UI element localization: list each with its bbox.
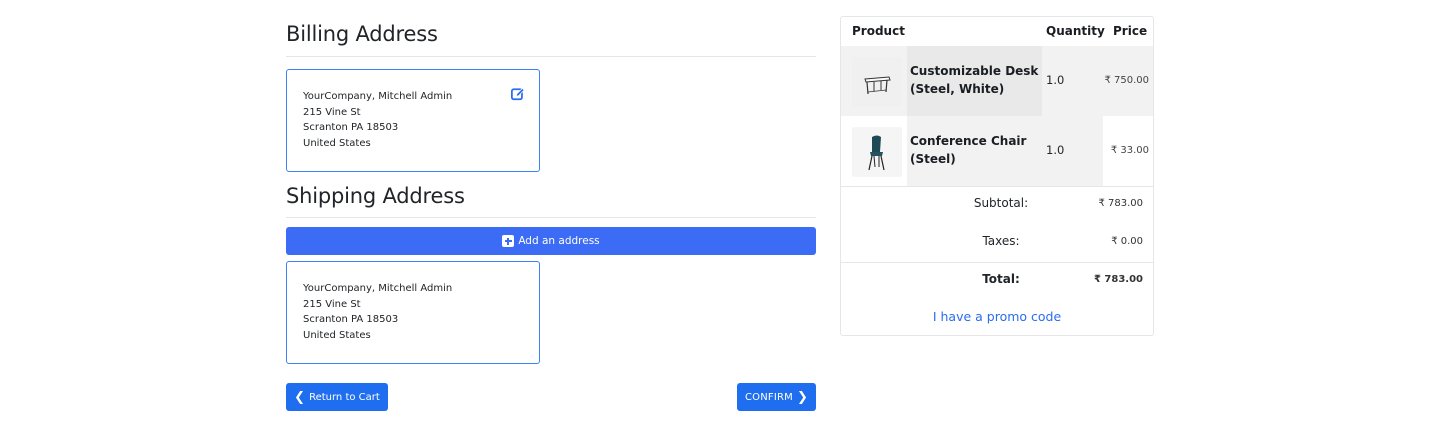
- address-line: United States: [303, 329, 371, 341]
- address-line: YourCompany, Mitchell Admin: [303, 283, 453, 294]
- plus-square-icon: [502, 235, 515, 247]
- taxes-value: ₹ 0.00: [1111, 236, 1143, 247]
- summary-header: Product Quantity Price: [841, 17, 1153, 45]
- address-line: Scranton PA 18503: [303, 314, 399, 325]
- divider: [841, 262, 1153, 263]
- address-line: 215 Vine St: [303, 106, 361, 118]
- address-line: YourCompany, Mitchell Admin: [303, 91, 453, 102]
- order-line: Conference Chair (Steel) 1.0 ₹ 33.00: [841, 116, 1153, 186]
- price-column-header: Price: [1113, 24, 1148, 38]
- subtotal-label: Subtotal:: [973, 196, 1029, 210]
- subtotal-value: ₹ 783.00: [1098, 198, 1143, 209]
- address-line: 215 Vine St: [303, 298, 361, 310]
- divider: [286, 56, 816, 57]
- order-summary: Product Quantity Price Customizable Desk…: [840, 16, 1154, 336]
- product-name-link[interactable]: Customizable Desk (Steel, White): [910, 62, 1042, 98]
- billing-address-card[interactable]: YourCompany, Mitchell Admin 215 Vine St …: [286, 69, 540, 172]
- chevron-left-icon: ❮: [294, 389, 306, 405]
- return-to-cart-button[interactable]: ❮ Return to Cart: [286, 383, 388, 411]
- add-address-label: Add an address: [518, 235, 600, 247]
- shipping-address-lines: YourCompany, Mitchell Admin 215 Vine St …: [303, 281, 452, 343]
- chair-icon: [868, 135, 885, 171]
- total-label: Total:: [982, 272, 1020, 286]
- product-name-link[interactable]: Conference Chair (Steel): [910, 132, 1042, 168]
- desk-icon: [864, 76, 891, 95]
- order-line: Customizable Desk (Steel, White) 1.0 ₹ 7…: [841, 46, 1153, 116]
- billing-address-title: Billing Address: [286, 22, 438, 46]
- total-value: ₹ 783.00: [1093, 274, 1143, 285]
- taxes-label: Taxes:: [982, 234, 1020, 248]
- product-image-chair[interactable]: [852, 127, 902, 177]
- quantity-column-header: Quantity: [1046, 24, 1105, 38]
- shipping-address-card[interactable]: YourCompany, Mitchell Admin 215 Vine St …: [286, 261, 540, 364]
- product-price: ₹ 33.00: [1110, 145, 1149, 156]
- confirm-button[interactable]: CONFIRM ❯: [737, 383, 816, 411]
- product-price: ₹ 750.00: [1104, 75, 1149, 86]
- address-line: United States: [303, 137, 371, 149]
- divider: [286, 217, 816, 218]
- divider: [841, 186, 1153, 187]
- product-quantity: 1.0: [1046, 73, 1065, 87]
- billing-address-lines: YourCompany, Mitchell Admin 215 Vine St …: [303, 89, 452, 151]
- chevron-right-icon: ❯: [796, 389, 809, 405]
- add-address-button[interactable]: Add an address: [286, 227, 816, 255]
- shipping-address-title: Shipping Address: [286, 184, 465, 208]
- return-to-cart-label: Return to Cart: [309, 391, 380, 403]
- edit-icon[interactable]: [511, 87, 525, 101]
- product-column-header: Product: [852, 24, 905, 38]
- promo-code-link[interactable]: I have a promo code: [841, 309, 1153, 324]
- product-image-desk[interactable]: [852, 57, 902, 107]
- product-quantity: 1.0: [1046, 143, 1065, 157]
- address-line: Scranton PA 18503: [303, 122, 399, 133]
- confirm-label: CONFIRM: [744, 391, 793, 403]
